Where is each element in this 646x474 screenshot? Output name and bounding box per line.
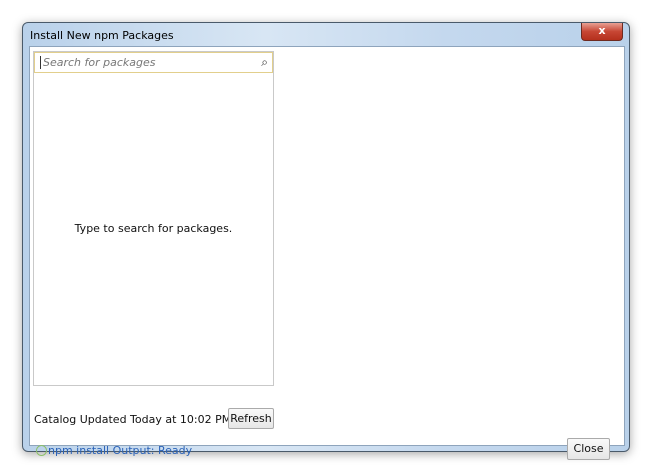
dialog-window: Install New npm Packages x Search for pa… — [22, 22, 630, 460]
search-input[interactable]: Search for packages ⌕ — [34, 52, 273, 73]
catalog-status: Catalog Updated Today at 10:02 PM — [34, 413, 232, 426]
npm-output-label: npm install Output: Ready — [48, 444, 193, 457]
dialog-client: Search for packages ⌕ Type to search for… — [29, 46, 625, 460]
package-list-panel: Search for packages ⌕ Type to search for… — [33, 51, 274, 386]
empty-list-message: Type to search for packages. — [74, 222, 233, 235]
window-title: Install New npm Packages — [30, 29, 174, 42]
npm-output-link[interactable]: npm install Output: Ready — [36, 444, 192, 457]
close-button[interactable]: Close — [567, 438, 610, 460]
window-close-button[interactable]: x — [581, 23, 623, 41]
refresh-button[interactable]: Refresh — [228, 408, 274, 429]
status-ready-icon — [36, 445, 47, 456]
search-icon[interactable]: ⌕ — [261, 55, 268, 70]
search-placeholder: Search for packages — [40, 56, 156, 69]
